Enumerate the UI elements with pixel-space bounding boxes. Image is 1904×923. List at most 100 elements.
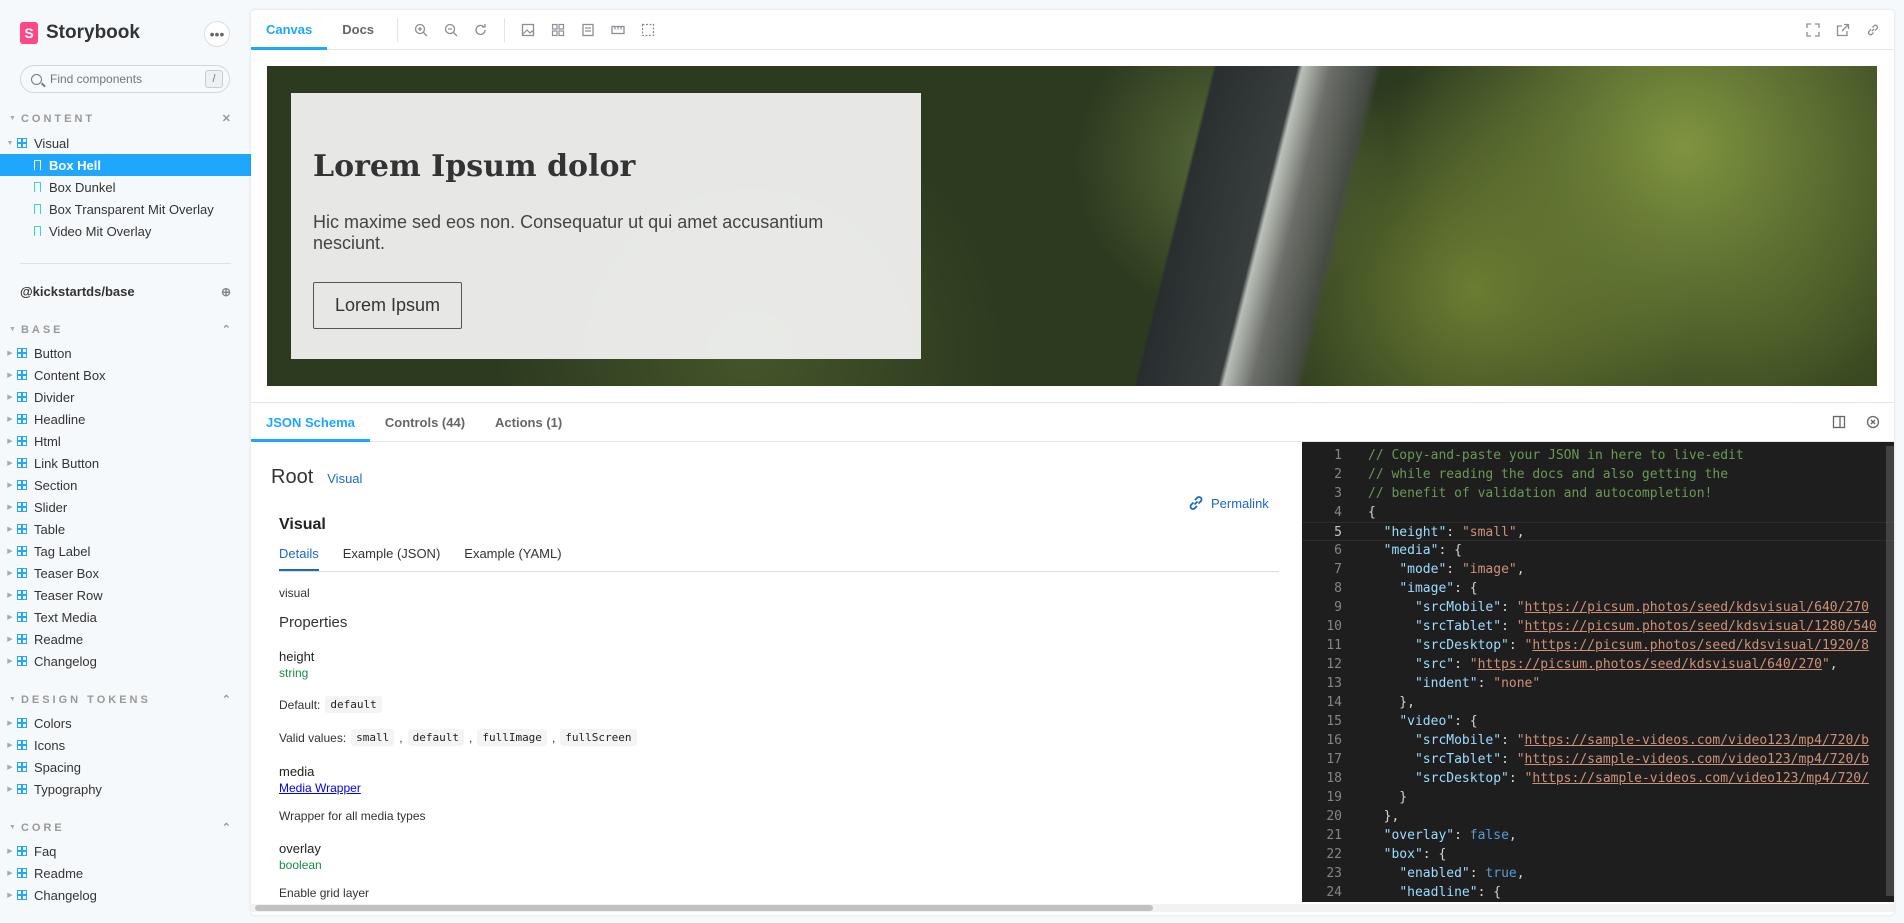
sidebar-item-tag-label[interactable]: ▶ Tag Label (0, 540, 251, 562)
sidebar-item-table[interactable]: ▶ Table (0, 518, 251, 540)
prop-media-link[interactable]: Media Wrapper (279, 781, 1279, 795)
section-core-header[interactable]: ▼ CORE ⌃ (9, 821, 231, 835)
tab-canvas[interactable]: Canvas (251, 10, 328, 50)
outline-icon[interactable] (633, 15, 663, 45)
tab-controls[interactable]: Controls (44) (370, 402, 480, 442)
sidebar-item-faq[interactable]: ▶ Faq (0, 840, 251, 862)
code-line[interactable]: 5 "height": "small", (1302, 522, 1894, 541)
sidebar-item-headline[interactable]: ▶ Headline (0, 408, 251, 430)
code-text: } (1368, 790, 1408, 805)
scrollbar-thumb[interactable] (255, 905, 1153, 911)
story-video-mit-overlay[interactable]: Video Mit Overlay (0, 220, 251, 242)
code-line[interactable]: 11 "srcDesktop": "https://picsum.photos/… (1302, 636, 1894, 655)
zoom-in-icon[interactable] (406, 15, 436, 45)
zoom-out-icon[interactable] (436, 15, 466, 45)
code-line[interactable]: 16 "srcMobile": "https://sample-videos.c… (1302, 731, 1894, 750)
subtab-example-json[interactable]: Example (JSON) (343, 546, 441, 571)
search-input[interactable] (50, 72, 205, 86)
globe-icon[interactable]: ⊕ (221, 285, 231, 299)
code-line[interactable]: 1 // Copy-and-paste your JSON in here to … (1302, 446, 1894, 465)
code-line[interactable]: 24 "headline": { (1302, 883, 1894, 902)
sidebar-item-colors[interactable]: ▶ Colors (0, 712, 251, 734)
zoom-reset-icon[interactable] (466, 15, 496, 45)
code-line[interactable]: 19 } (1302, 788, 1894, 807)
code-line[interactable]: 7 "mode": "image", (1302, 560, 1894, 579)
code-line[interactable]: 2 // while reading the docs and also gett… (1302, 465, 1894, 484)
sidebar-item-link-button[interactable]: ▶ Link Button (0, 452, 251, 474)
section-design-tokens-header[interactable]: ▼ DESIGN TOKENS ⌃ (9, 693, 231, 707)
code-line[interactable]: 10 "srcTablet": "https://picsum.photos/s… (1302, 617, 1894, 636)
sidebar-item-changelog[interactable]: ▶ Changelog (0, 884, 251, 906)
more-options-button[interactable]: ••• (204, 21, 230, 47)
story-box-hell[interactable]: Box Hell (0, 154, 251, 176)
storybook-brand[interactable]: S Storybook (20, 22, 140, 44)
fullscreen-icon[interactable] (1798, 15, 1828, 45)
sidebar-item-text-media[interactable]: ▶ Text Media (0, 606, 251, 628)
ref-kickstartds-base[interactable]: @kickstartds/base ⊕ (20, 284, 231, 299)
prop-height-default: Default: default (279, 696, 1279, 713)
sidebar-item-readme[interactable]: ▶ Readme (0, 862, 251, 884)
code-line[interactable]: 23 "enabled": true, (1302, 864, 1894, 883)
code-line[interactable]: 18 "srcDesktop": "https://sample-videos.… (1302, 769, 1894, 788)
permalink-link[interactable]: Permalink (1187, 494, 1269, 512)
section-content-header[interactable]: ▼ CONTENT ✕ (9, 112, 231, 126)
component-icon (17, 762, 27, 772)
code-line[interactable]: 21 "overlay": false, (1302, 826, 1894, 845)
code-line[interactable]: 14 }, (1302, 693, 1894, 712)
collapse-all-icon[interactable]: ✕ (222, 112, 231, 125)
sidebar-item-slider[interactable]: ▶ Slider (0, 496, 251, 518)
expand-collapse-icon[interactable]: ⌃ (222, 323, 231, 336)
sidebar-item-content-box[interactable]: ▶ Content Box (0, 364, 251, 386)
code-line[interactable]: 22 "box": { (1302, 845, 1894, 864)
tab-docs[interactable]: Docs (327, 10, 389, 50)
code-line[interactable]: 12 "src": "https://picsum.photos/seed/kd… (1302, 655, 1894, 674)
open-new-tab-icon[interactable] (1828, 15, 1858, 45)
code-line[interactable]: 3 // benefit of validation and autocomple… (1302, 484, 1894, 503)
search-box[interactable]: / (20, 65, 230, 93)
sidebar-item-button[interactable]: ▶ Button (0, 342, 251, 364)
close-panel-icon[interactable] (1858, 407, 1888, 437)
horizontal-scrollbar[interactable] (251, 904, 1894, 912)
measure-icon[interactable] (603, 15, 633, 45)
expand-collapse-icon[interactable]: ⌃ (222, 693, 231, 706)
code-line[interactable]: 9 "srcMobile": "https://picsum.photos/se… (1302, 598, 1894, 617)
editor-scrollbar[interactable] (1886, 446, 1894, 896)
sidebar-item-spacing[interactable]: ▶ Spacing (0, 756, 251, 778)
background-image-icon[interactable] (513, 15, 543, 45)
tab-actions[interactable]: Actions (1) (480, 402, 577, 442)
code-line[interactable]: 4{ (1302, 503, 1894, 522)
expand-collapse-icon[interactable]: ⌃ (222, 821, 231, 834)
subtab-example-yaml[interactable]: Example (YAML) (464, 546, 561, 571)
story-box-dunkel[interactable]: Box Dunkel (0, 176, 251, 198)
code-line[interactable]: 20 }, (1302, 807, 1894, 826)
visual-button[interactable]: Lorem Ipsum (313, 282, 463, 329)
tab-json-schema[interactable]: JSON Schema (251, 402, 370, 442)
json-code-editor[interactable]: 1 // Copy-and-paste your JSON in here to … (1302, 442, 1894, 902)
grid-icon[interactable] (543, 15, 573, 45)
code-line[interactable]: 6 "media": { (1302, 541, 1894, 560)
component-icon (17, 656, 27, 666)
section-base-header[interactable]: ▼ BASE ⌃ (9, 323, 231, 337)
copy-link-icon[interactable] (1858, 15, 1888, 45)
code-line[interactable]: 13 "indent": "none" (1302, 674, 1894, 693)
sidebar-item-section[interactable]: ▶ Section (0, 474, 251, 496)
sidebar-item-readme[interactable]: ▶ Readme (0, 628, 251, 650)
story-box-transparent[interactable]: Box Transparent Mit Overlay (0, 198, 251, 220)
sidebar-item-teaser-row[interactable]: ▶ Teaser Row (0, 584, 251, 606)
viewport-icon[interactable] (573, 15, 603, 45)
code-text: }, (1368, 695, 1415, 710)
sidebar-item-changelog[interactable]: ▶ Changelog (0, 650, 251, 672)
tree-group-visual[interactable]: ▼ Visual (0, 132, 251, 154)
sidebar-item-typography[interactable]: ▶ Typography (0, 778, 251, 800)
caret-right-icon: ▶ (7, 526, 13, 533)
sidebar-item-divider[interactable]: ▶ Divider (0, 386, 251, 408)
schema-root-link[interactable]: Visual (327, 471, 362, 486)
subtab-details[interactable]: Details (279, 546, 319, 571)
sidebar-item-html[interactable]: ▶ Html (0, 430, 251, 452)
code-line[interactable]: 17 "srcTablet": "https://sample-videos.c… (1302, 750, 1894, 769)
sidebar-item-teaser-box[interactable]: ▶ Teaser Box (0, 562, 251, 584)
panel-orientation-icon[interactable] (1824, 407, 1854, 437)
code-line[interactable]: 8 "image": { (1302, 579, 1894, 598)
sidebar-item-icons[interactable]: ▶ Icons (0, 734, 251, 756)
code-line[interactable]: 15 "video": { (1302, 712, 1894, 731)
